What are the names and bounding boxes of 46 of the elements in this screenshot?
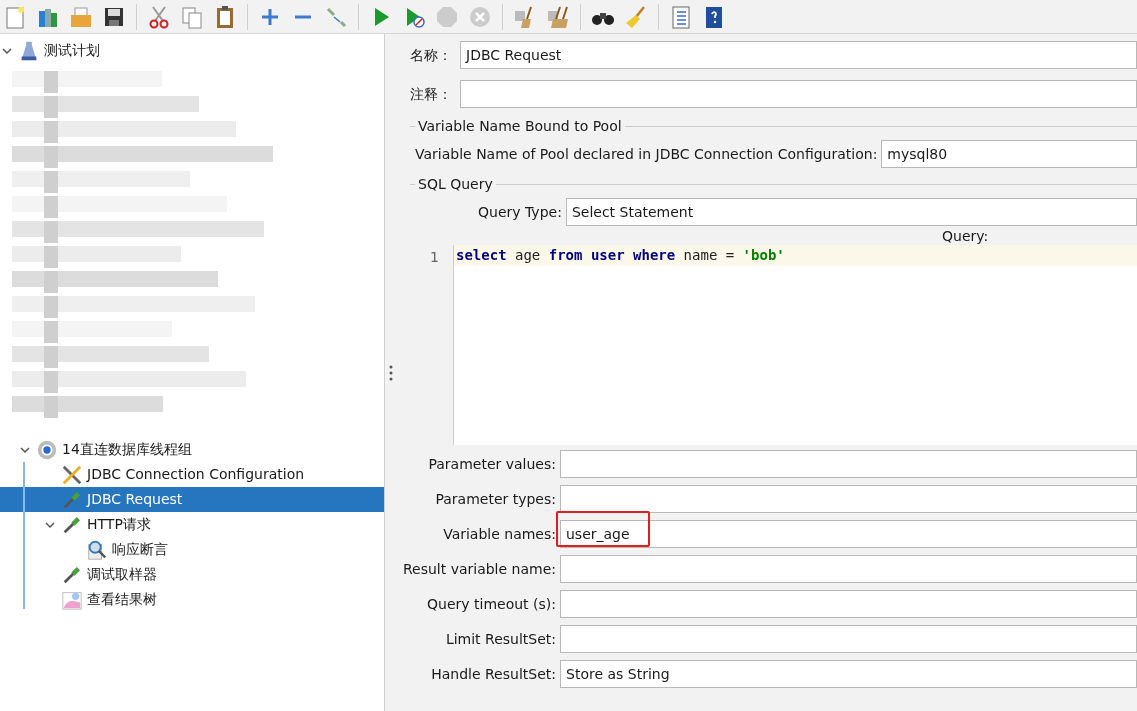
tree-item[interactable]: 调试取样器 [0, 562, 384, 587]
field-label: Parameter types: [435, 490, 556, 507]
tree-item[interactable]: JDBC Request [0, 487, 384, 512]
input-field[interactable] [560, 450, 1137, 478]
line-number: 1 [430, 249, 439, 265]
scissors-icon[interactable] [147, 4, 171, 29]
field-label: Parameter values: [428, 455, 556, 472]
tree-item[interactable]: JDBC Connection Configuration [0, 462, 384, 487]
magnifier-icon [86, 538, 108, 561]
field-label: Result variable name: [402, 560, 556, 577]
input-field[interactable]: Store as String [560, 660, 1137, 688]
tree-item[interactable]: 测试计划 [0, 38, 384, 63]
input-field[interactable] [560, 625, 1137, 653]
section-title: Variable Name Bound to Pool [418, 116, 622, 136]
field-label: 名称： [410, 45, 452, 65]
query-type-dropdown[interactable]: Select Statement [565, 198, 1137, 226]
tree-item[interactable]: HTTP请求 [0, 512, 384, 537]
field-label: Variable names: [443, 525, 556, 542]
input-field[interactable] [560, 555, 1137, 583]
tools-icon [61, 463, 83, 486]
double-broom-icon[interactable] [546, 4, 570, 29]
field-label: Handle ResultSet: [431, 665, 556, 682]
broom-reset-icon[interactable] [624, 4, 648, 29]
pool-name-field[interactable]: mysql80 [881, 140, 1137, 168]
gear-icon [36, 438, 58, 461]
comment-field[interactable] [460, 80, 1137, 108]
folder-icon[interactable] [69, 4, 93, 29]
new-document-icon[interactable] [3, 4, 27, 29]
copy-icon[interactable] [180, 4, 204, 29]
input-field[interactable] [560, 485, 1137, 513]
section-title: SQL Query [418, 174, 493, 194]
name-field[interactable]: JDBC Request [460, 41, 1137, 69]
input-field[interactable] [560, 590, 1137, 618]
field-label: Variable Name of Pool declared in JDBC Connection Configuration: [415, 144, 878, 164]
input-field[interactable]: user_age [560, 520, 1137, 548]
tree-item[interactable]: 14直连数据库线程组 [0, 437, 384, 462]
query-label: Query: [942, 228, 989, 244]
list-icon[interactable] [669, 4, 693, 29]
tree-item[interactable]: 响应断言 [0, 537, 384, 562]
field-label: Query timeout (s): [427, 595, 556, 612]
field-label: 注释： [410, 84, 452, 104]
splitter-handle-icon[interactable] [388, 364, 393, 381]
field-label: Query Type: [478, 202, 562, 222]
query-editor[interactable]: 1 select age from user where name = 'bob' [419, 245, 1137, 445]
tree-item[interactable]: 查看结果树 [0, 587, 384, 612]
field-label: Limit ResultSet: [445, 630, 556, 647]
